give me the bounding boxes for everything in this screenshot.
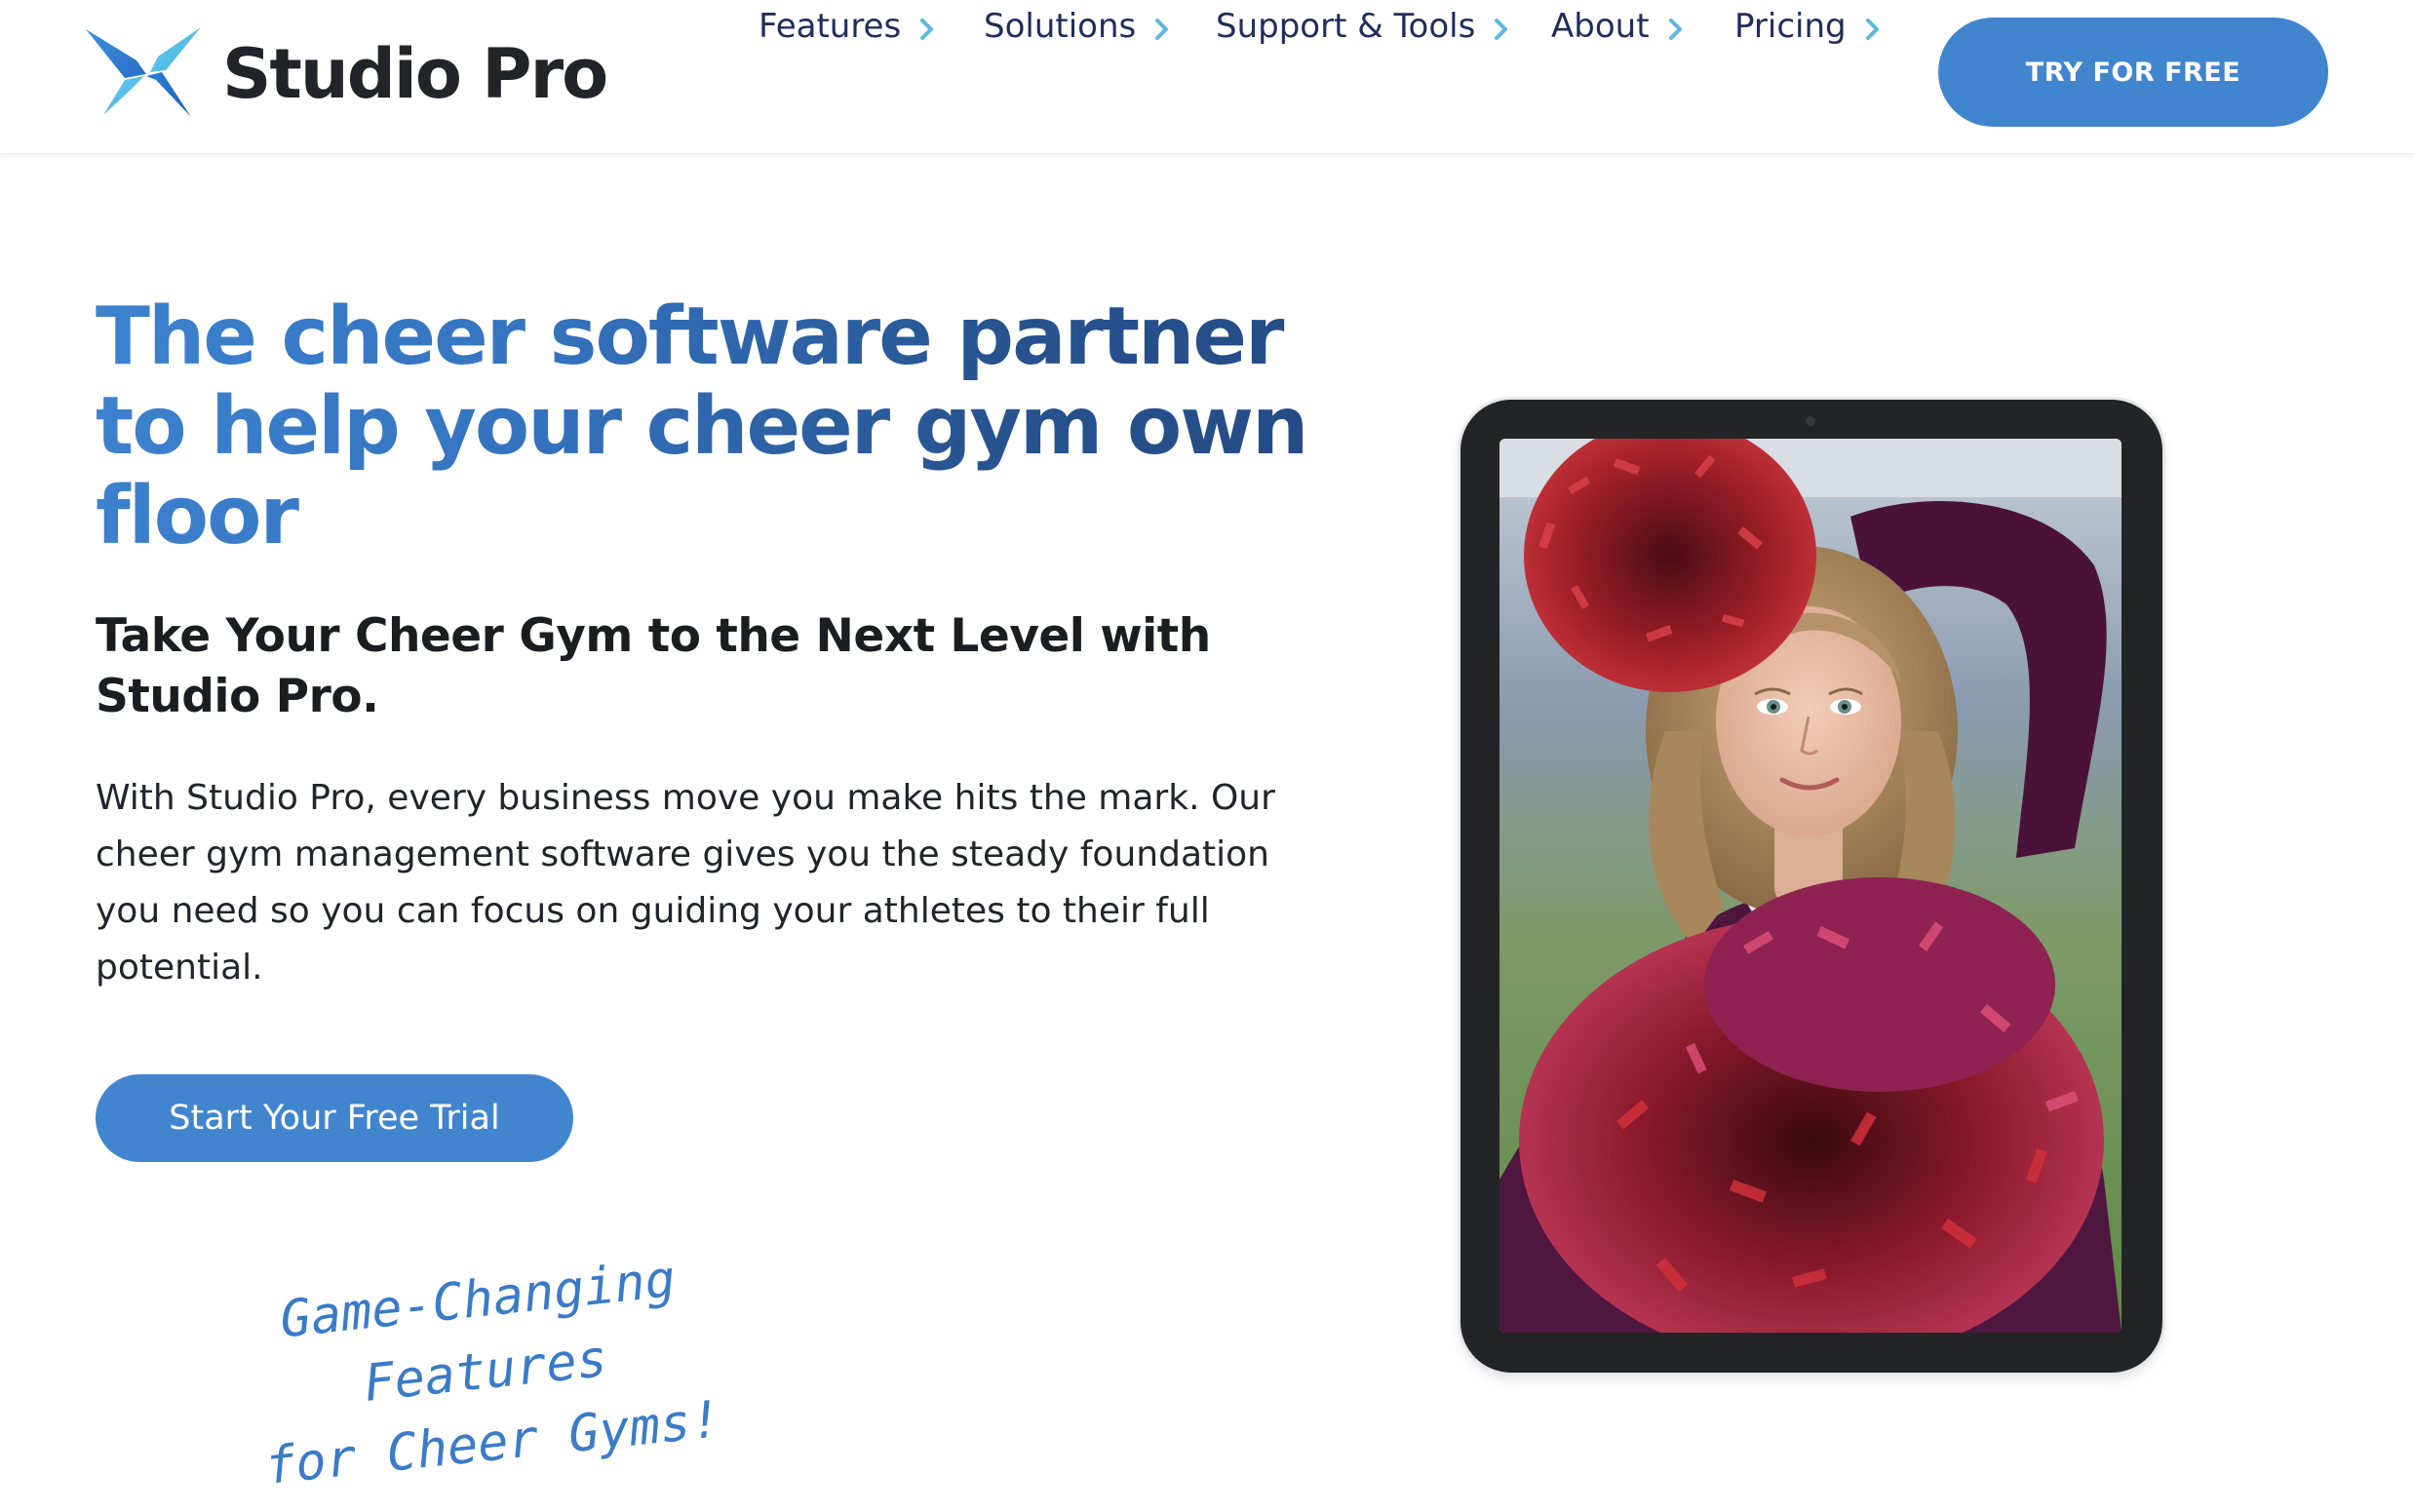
chevron-right-icon [920,19,934,40]
nav-label-pricing: Pricing [1734,7,1847,46]
nav-item-solutions[interactable]: Solutions [984,0,1173,53]
hero-subtitle: Take Your Cheer Gym to the Next Level wi… [96,609,1211,723]
cheerleader-photo [1499,439,2122,1333]
hero-title: The cheer software partner to help your … [96,292,1363,562]
nav-item-support-tools[interactable]: Support & Tools [1216,0,1512,53]
nav-item-about[interactable]: About [1551,0,1687,53]
nav-label-features: Features [759,7,902,46]
features-script-heading: Game-Changing Features for Cheer Gyms! [164,1231,807,1512]
logo-wordmark[interactable]: Studio Pro [222,27,608,121]
chevron-right-icon [1495,19,1508,40]
nav-item-pricing[interactable]: Pricing [1734,0,1884,53]
start-free-trial-button[interactable]: Start Your Free Trial [96,1074,573,1162]
chevron-right-icon [1668,19,1682,40]
nav-label-about: About [1551,7,1650,46]
try-for-free-button[interactable]: TRY FOR FREE [1938,18,2328,127]
studio-pro-logo-icon[interactable] [86,27,201,117]
chevron-right-icon [1155,19,1169,40]
nav-label-solutions: Solutions [984,7,1137,46]
tablet-mockup [1460,400,2162,1373]
nav-item-features[interactable]: Features [759,0,938,53]
tablet-camera [1806,416,1815,426]
nav-label-support-tools: Support & Tools [1216,7,1476,46]
site-header: Studio Pro Features Solutions Support & … [0,0,2414,154]
chevron-right-icon [1865,19,1879,40]
hero-description: With Studio Pro, every business move you… [96,778,1275,988]
